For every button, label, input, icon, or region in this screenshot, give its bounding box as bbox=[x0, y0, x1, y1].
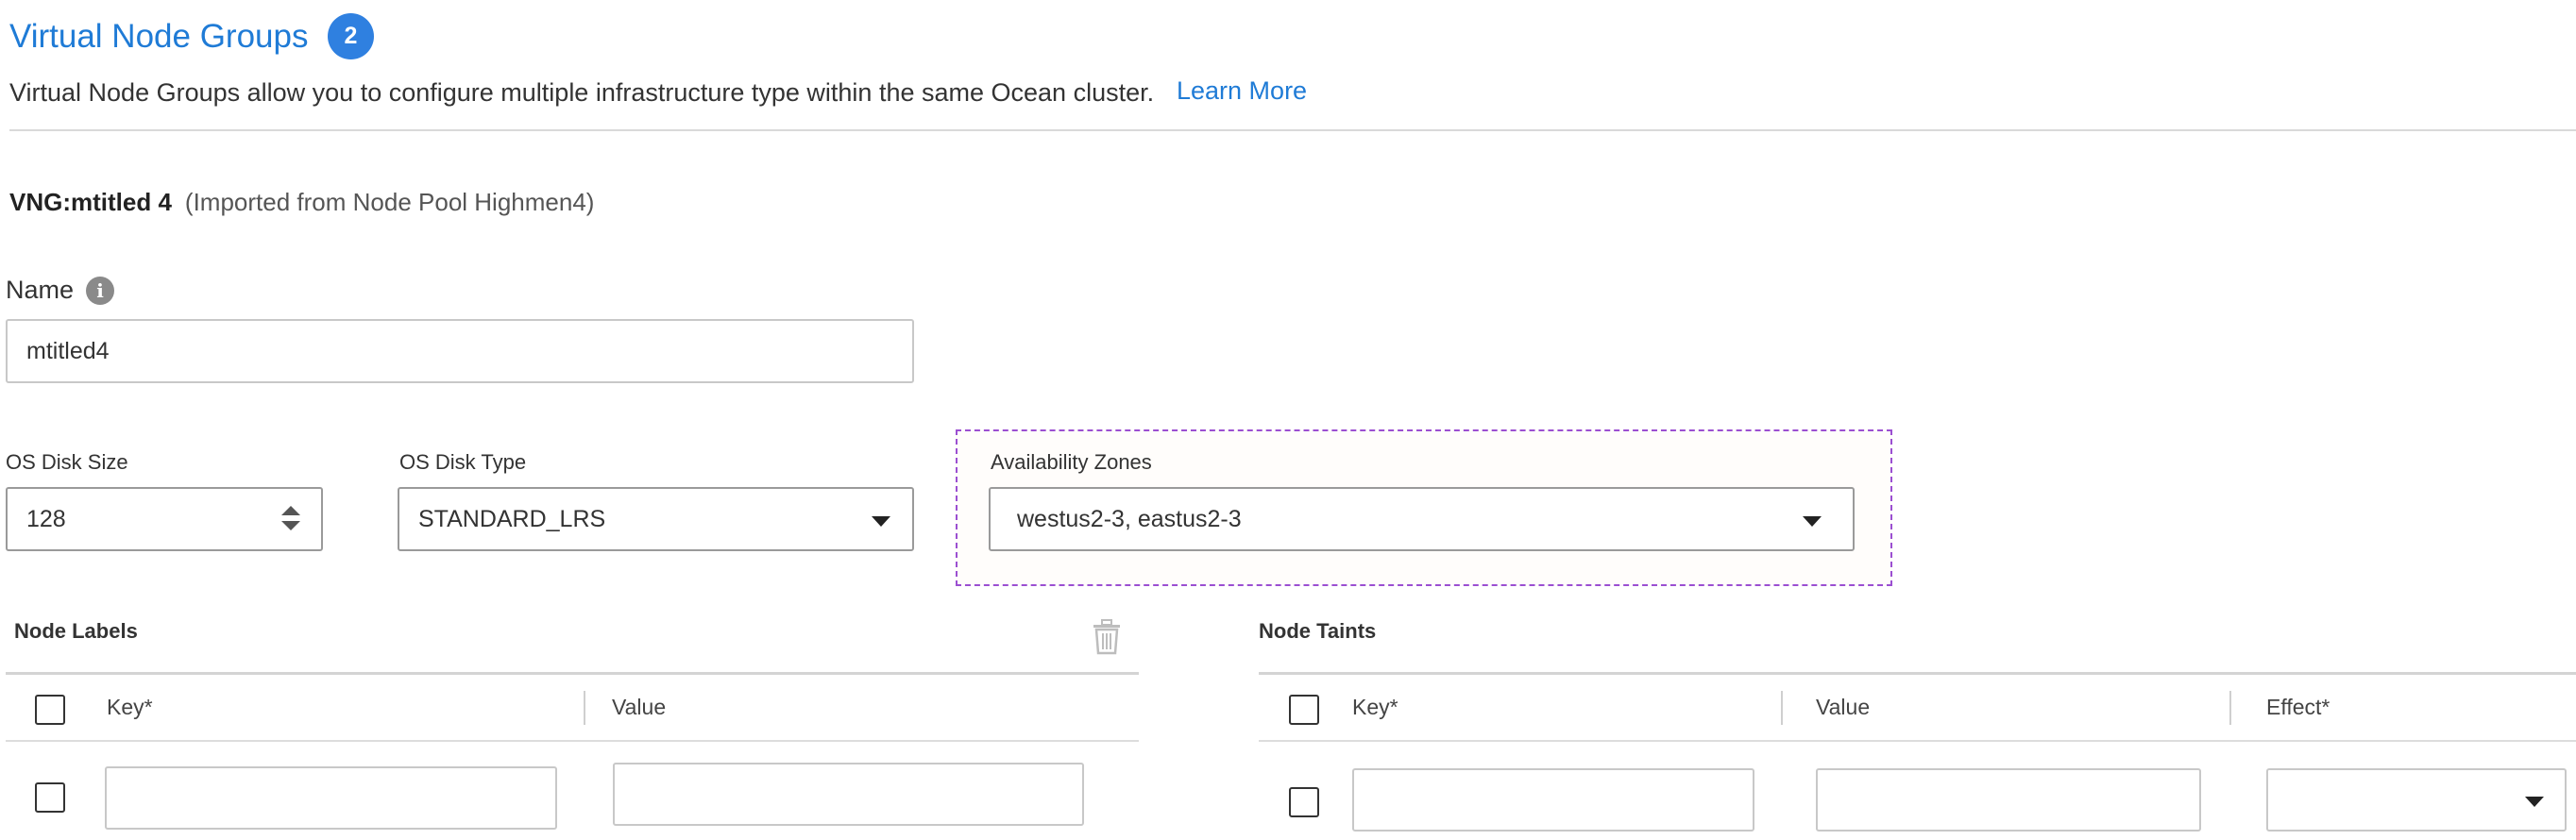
node-labels-value-header: Value bbox=[612, 695, 667, 719]
learn-more-link[interactable]: Learn More bbox=[1177, 72, 1307, 109]
node-taint-key-input[interactable] bbox=[1352, 768, 1754, 832]
chevron-down-icon bbox=[2525, 797, 2544, 807]
node-labels-row-rule bbox=[6, 740, 1139, 742]
column-divider bbox=[2229, 691, 2231, 725]
node-taints-value-header: Value bbox=[1816, 695, 1871, 719]
availability-zones-label: Availability Zones bbox=[991, 450, 1152, 474]
name-input-value: mtitled4 bbox=[26, 337, 110, 364]
os-disk-size-value: 128 bbox=[26, 505, 66, 532]
chevron-down-icon bbox=[872, 516, 890, 527]
availability-zones-select[interactable]: westus2-3, eastus2-3 bbox=[989, 487, 1855, 551]
node-labels-title: Node Labels bbox=[14, 619, 138, 643]
availability-zones-value: westus2-3, eastus2-3 bbox=[1017, 505, 1242, 532]
count-badge: 2 bbox=[328, 13, 374, 59]
os-disk-type-select[interactable]: STANDARD_LRS bbox=[398, 487, 914, 551]
os-disk-type-value: STANDARD_LRS bbox=[418, 505, 606, 532]
node-taints-select-all-checkbox[interactable] bbox=[1289, 695, 1319, 725]
page-description: Virtual Node Groups allow you to configu… bbox=[9, 78, 1155, 107]
os-disk-type-label: OS Disk Type bbox=[399, 450, 527, 474]
name-label: Name bbox=[6, 276, 75, 304]
node-taint-value-input[interactable] bbox=[1816, 768, 2201, 832]
trash-icon[interactable] bbox=[1091, 619, 1123, 655]
os-disk-size-input[interactable]: 128 bbox=[6, 487, 323, 551]
vng-source: (Imported from Node Pool Highmen4) bbox=[184, 188, 595, 216]
node-taints-key-header: Key* bbox=[1352, 695, 1398, 719]
node-labels-row-checkbox[interactable] bbox=[35, 782, 65, 813]
vng-name: VNG:mtitled 4 bbox=[9, 188, 172, 216]
node-taint-effect-select[interactable] bbox=[2266, 768, 2567, 832]
node-taints-title: Node Taints bbox=[1259, 619, 1377, 643]
vng-heading: VNG:mtitled 4 (Imported from Node Pool Hi… bbox=[9, 183, 594, 221]
node-label-key-input[interactable] bbox=[105, 766, 557, 830]
node-labels-select-all-checkbox[interactable] bbox=[35, 695, 65, 725]
increment-icon[interactable] bbox=[281, 506, 300, 515]
os-disk-size-label: OS Disk Size bbox=[6, 450, 128, 474]
chevron-down-icon bbox=[1803, 516, 1822, 527]
node-taints-row-checkbox[interactable] bbox=[1289, 787, 1319, 817]
node-taints-header-rule bbox=[1259, 672, 2576, 675]
header-divider bbox=[9, 129, 2576, 131]
stepper-icon[interactable] bbox=[281, 506, 300, 530]
column-divider bbox=[584, 691, 585, 725]
column-divider bbox=[1781, 691, 1783, 725]
name-input[interactable]: mtitled4 bbox=[6, 319, 914, 383]
node-taints-row-rule bbox=[1259, 740, 2576, 742]
node-labels-key-header: Key* bbox=[107, 695, 153, 719]
node-label-value-input[interactable] bbox=[613, 763, 1084, 826]
page-title: Virtual Node Groups bbox=[9, 18, 309, 55]
decrement-icon[interactable] bbox=[281, 521, 300, 530]
node-labels-header-rule bbox=[6, 672, 1139, 675]
info-icon[interactable]: i bbox=[86, 277, 114, 305]
node-taints-effect-header: Effect* bbox=[2266, 695, 2330, 719]
